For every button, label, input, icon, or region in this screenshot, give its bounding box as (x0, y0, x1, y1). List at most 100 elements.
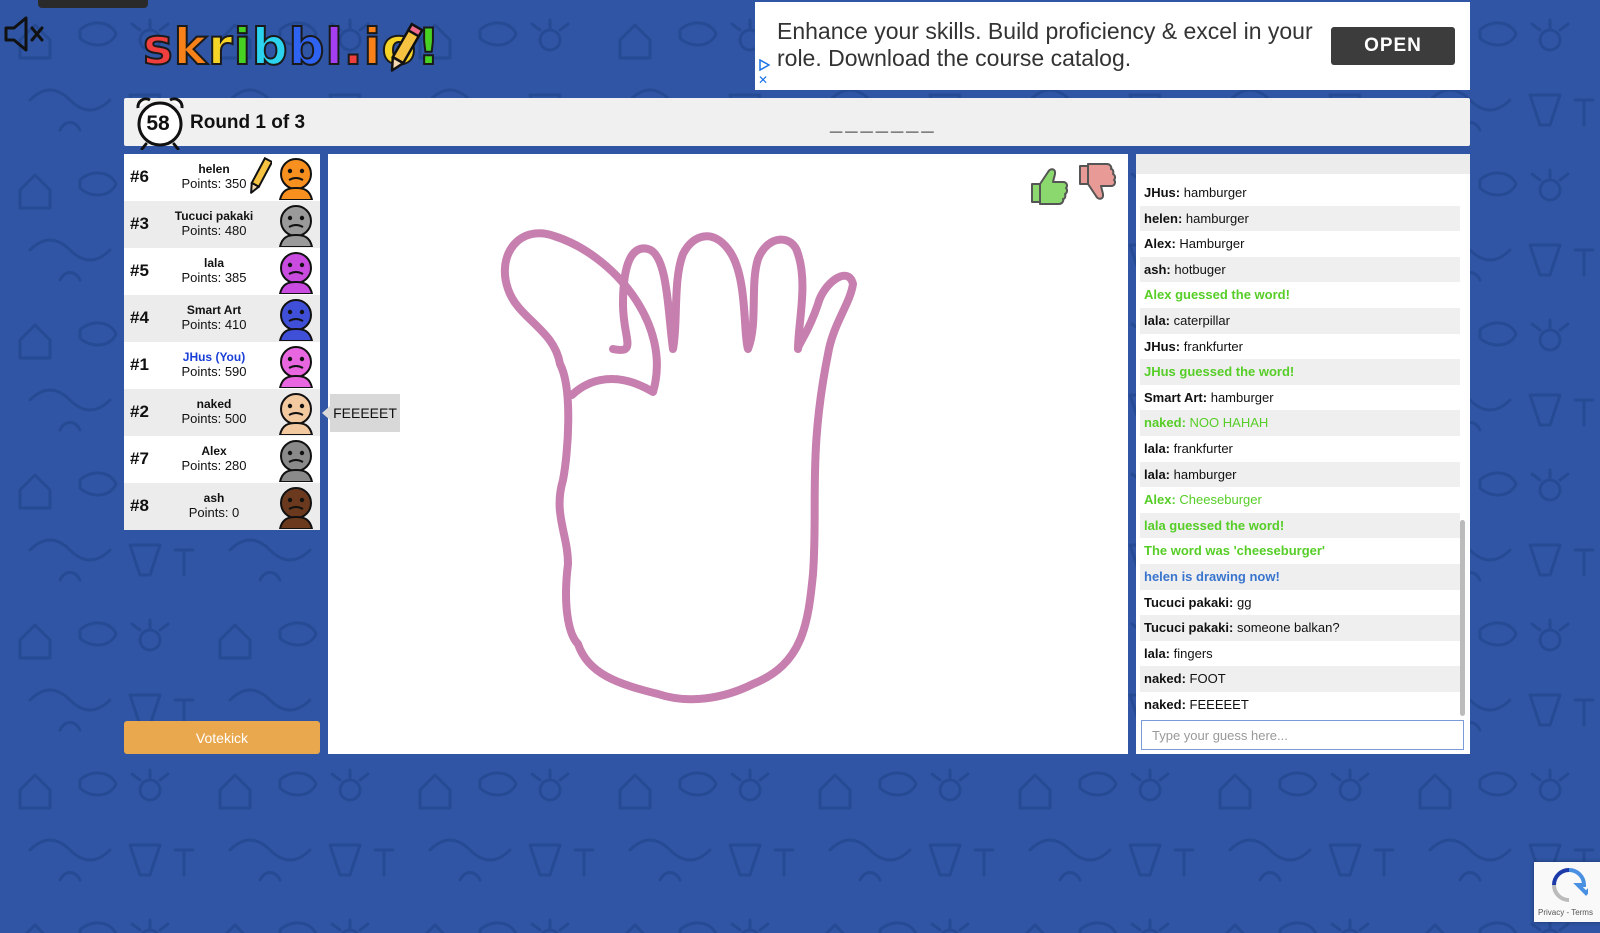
ad-close-icon[interactable]: ✕ (758, 74, 770, 86)
chat-message: Tucuci pakaki: gg (1140, 590, 1460, 616)
chat-panel: JHus: hamburger helen: hamburger Alex: Ham… (1136, 154, 1470, 754)
chat-message: JHus: hamburger (1140, 180, 1460, 206)
chat-message: helen is drawing now! (1140, 563, 1460, 590)
chat-text: Cheeseburger (1179, 492, 1262, 508)
chat-text: FOOT (1189, 671, 1226, 687)
canvas-drawing (500, 229, 857, 704)
chat-message: JHus: frankfurter (1140, 334, 1460, 360)
player-row[interactable]: #8 ash Points: 0 (124, 483, 320, 530)
player-name: ash (203, 491, 225, 505)
player-points: Points: 500 (181, 411, 247, 426)
chat-text: hamburger (1173, 466, 1237, 482)
timer-value: 58 (146, 112, 170, 135)
avatar-icon (278, 393, 314, 435)
logo-letter: . (343, 17, 364, 77)
chat-sender: JHus: (1144, 185, 1181, 200)
chat-sender: JHus: (1144, 338, 1181, 354)
chat-sender: naked: (1144, 415, 1186, 431)
chat-sender: Smart Art: (1144, 389, 1208, 405)
chat-message: JHus guessed the word! (1140, 359, 1460, 385)
player-name: JHus (You) (182, 350, 246, 364)
chat-messages[interactable]: JHus: hamburger helen: hamburger Alex: Ham… (1140, 180, 1460, 717)
recaptcha-links[interactable]: Privacy - Terms (1538, 908, 1593, 917)
game-header-bar: 58 Round 1 of 3 _______ (124, 97, 1470, 150)
drawing-canvas[interactable] (328, 154, 1128, 754)
logo-letter: k (173, 17, 209, 77)
player-rank: #6 (130, 167, 149, 186)
player-points: Points: 280 (181, 458, 247, 473)
player-row[interactable]: #5 lala Points: 385 (124, 248, 320, 295)
guess-input[interactable] (1141, 720, 1464, 750)
chat-text: frankfurter (1173, 440, 1233, 456)
chat-message: naked: FEEEEET (1140, 692, 1460, 718)
round-indicator: Round 1 of 3 (190, 112, 306, 133)
thumbs-down-icon[interactable] (1076, 162, 1120, 206)
avatar-icon (278, 158, 314, 200)
logo-letter: l (324, 17, 344, 77)
player-name: Alex (201, 444, 227, 458)
player-rank: #4 (130, 308, 149, 327)
player-row[interactable]: #2 naked Points: 500 (124, 389, 320, 436)
chat-sender: Tucuci pakaki: (1144, 594, 1234, 610)
thumbs-up-icon[interactable] (1028, 162, 1072, 206)
chat-sender: lala: (1144, 466, 1171, 482)
logo-letter: i (233, 17, 252, 77)
player-rank: #5 (130, 261, 149, 280)
chat-text: Hamburger (1179, 236, 1245, 252)
chat-text: someone balkan? (1236, 620, 1340, 636)
chat-sender: lala: (1144, 440, 1171, 456)
logo-pencil-icon (390, 22, 424, 72)
chat-message: ash: hotbuger (1140, 256, 1460, 283)
speaker-mute-icon[interactable] (2, 14, 48, 54)
player-rank: #7 (130, 449, 149, 468)
avatar-icon (278, 440, 314, 482)
drawing-pencil-icon (250, 156, 272, 194)
chat-text: helen is drawing now! (1144, 568, 1280, 584)
chat-message: naked: FOOT (1140, 666, 1460, 692)
chat-message: naked: NOO HAHAH (1140, 410, 1460, 436)
player-rank: #8 (130, 496, 149, 515)
chat-sender: naked: (1144, 696, 1186, 712)
player-points: Points: 590 (181, 364, 247, 379)
chat-sender: Tucuci pakaki: (1144, 620, 1234, 636)
chat-text: frankfurter (1183, 338, 1243, 354)
chat-text: lala guessed the word! (1144, 517, 1285, 533)
chat-message: lala: caterpillar (1140, 307, 1460, 334)
skribbl-logo: skribbl.io! (142, 17, 441, 82)
player-row[interactable]: #4 Smart Art Points: 410 (124, 295, 320, 342)
avatar-icon (278, 299, 314, 341)
player-rank: #2 (130, 402, 149, 421)
player-row[interactable]: #7 Alex Points: 280 (124, 436, 320, 483)
ad-choices-icon[interactable] (758, 59, 770, 71)
chat-text: NOO HAHAH (1189, 415, 1269, 431)
top-tab[interactable] (38, 0, 148, 8)
avatar-icon (278, 252, 314, 294)
chat-message: lala: hamburger (1140, 461, 1460, 488)
votekick-button[interactable]: Votekick (124, 721, 320, 754)
player-row[interactable]: #1 JHus (You) Points: 590 (124, 342, 320, 389)
chat-text: fingers (1173, 645, 1213, 661)
player-name: Smart Art (186, 303, 242, 317)
chat-scrollbar[interactable] (1460, 520, 1465, 716)
chat-text: FEEEEET (1189, 696, 1249, 712)
recaptcha-badge[interactable]: Privacy - Terms (1534, 862, 1600, 922)
chat-text: caterpillar (1173, 312, 1230, 328)
logo-letter: r (207, 17, 234, 77)
chat-text: hamburger (1183, 185, 1247, 200)
ad-banner[interactable]: Enhance your skills. Build proficiency &… (755, 2, 1470, 90)
player-name: naked (196, 397, 232, 411)
chat-message: The word was 'cheeseburger' (1140, 538, 1460, 564)
chat-sender: lala: (1144, 312, 1171, 328)
chat-message: Smart Art: hamburger (1140, 385, 1460, 411)
chat-sender: helen: (1144, 210, 1183, 226)
chat-message: Alex: Hamburger (1140, 231, 1460, 257)
logo-letter: b (251, 17, 289, 77)
player-row[interactable]: #6 helen Points: 350 (124, 154, 320, 201)
ad-open-button[interactable]: OPEN (1331, 27, 1455, 65)
player-rank: #1 (130, 355, 149, 374)
player-rank: #3 (130, 214, 149, 233)
chat-message: Alex: Cheeseburger (1140, 487, 1460, 513)
chat-sender: Alex: (1144, 236, 1176, 252)
logo-letter: b (288, 17, 326, 77)
player-row[interactable]: #3 Tucuci pakaki Points: 480 (124, 201, 320, 248)
